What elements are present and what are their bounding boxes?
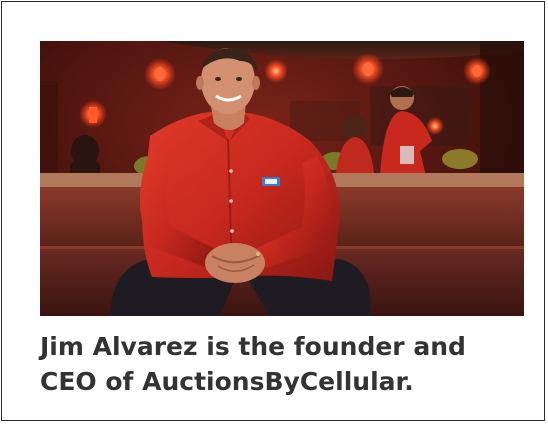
portrait-photo — [40, 41, 524, 316]
photo-card: Jim Alvarez is the founder and CEO of Au… — [1, 1, 545, 421]
photo-illustration — [40, 41, 524, 316]
photo-caption: Jim Alvarez is the founder and CEO of Au… — [40, 332, 466, 396]
